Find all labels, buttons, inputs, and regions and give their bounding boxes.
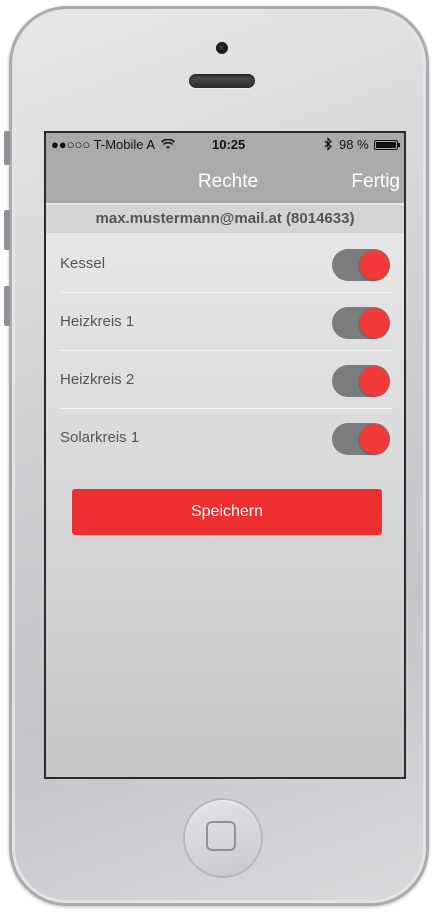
toggle-knob [359,424,389,454]
front-camera [216,42,228,54]
permission-label: Kessel [60,255,106,272]
navigation-bar: Rechte Fertig [46,157,404,203]
status-time: 10:25 [212,137,246,152]
permission-row-heizkreis-1: Heizkreis 1 [60,293,392,351]
battery-tip [398,143,400,147]
screen: ●●○○○ T-Mobile A 10:25 98 % Rechte Ferti… [44,131,406,779]
volume-up-button [4,210,10,250]
toggle-knob [359,366,389,396]
battery-percent: 98 % [339,137,369,152]
wifi-icon [160,138,176,149]
status-bar: ●●○○○ T-Mobile A 10:25 98 % [46,133,404,157]
save-button[interactable]: Speichern [72,489,382,535]
permission-label: Heizkreis 2 [60,371,135,388]
earpiece-speaker [189,74,255,88]
permission-list: Kessel Heizkreis 1 Heizkreis 2 Solarkrei… [60,235,392,466]
bluetooth-icon [324,137,332,151]
permission-row-heizkreis-2: Heizkreis 2 [60,351,392,409]
account-header: max.mustermann@mail.at (8014633) [46,205,404,233]
permission-row-kessel: Kessel [60,235,392,293]
permission-toggle[interactable] [332,365,390,397]
carrier-signal: ●●○○○ T-Mobile A [51,137,176,152]
toggle-knob [359,308,389,338]
permission-row-solarkreis-1: Solarkreis 1 [60,409,392,466]
volume-down-button [4,286,10,326]
battery-icon [374,140,398,150]
permission-toggle[interactable] [332,307,390,339]
home-square-icon [206,821,236,851]
permission-toggle[interactable] [332,249,390,281]
permission-label: Heizkreis 1 [60,313,135,330]
mute-switch [4,131,10,165]
battery-level [376,142,396,148]
permission-label: Solarkreis 1 [60,429,140,446]
carrier-label: ●●○○○ T-Mobile A [51,137,155,152]
toggle-knob [359,250,389,280]
permission-toggle[interactable] [332,423,390,455]
done-button[interactable]: Fertig [351,171,400,193]
